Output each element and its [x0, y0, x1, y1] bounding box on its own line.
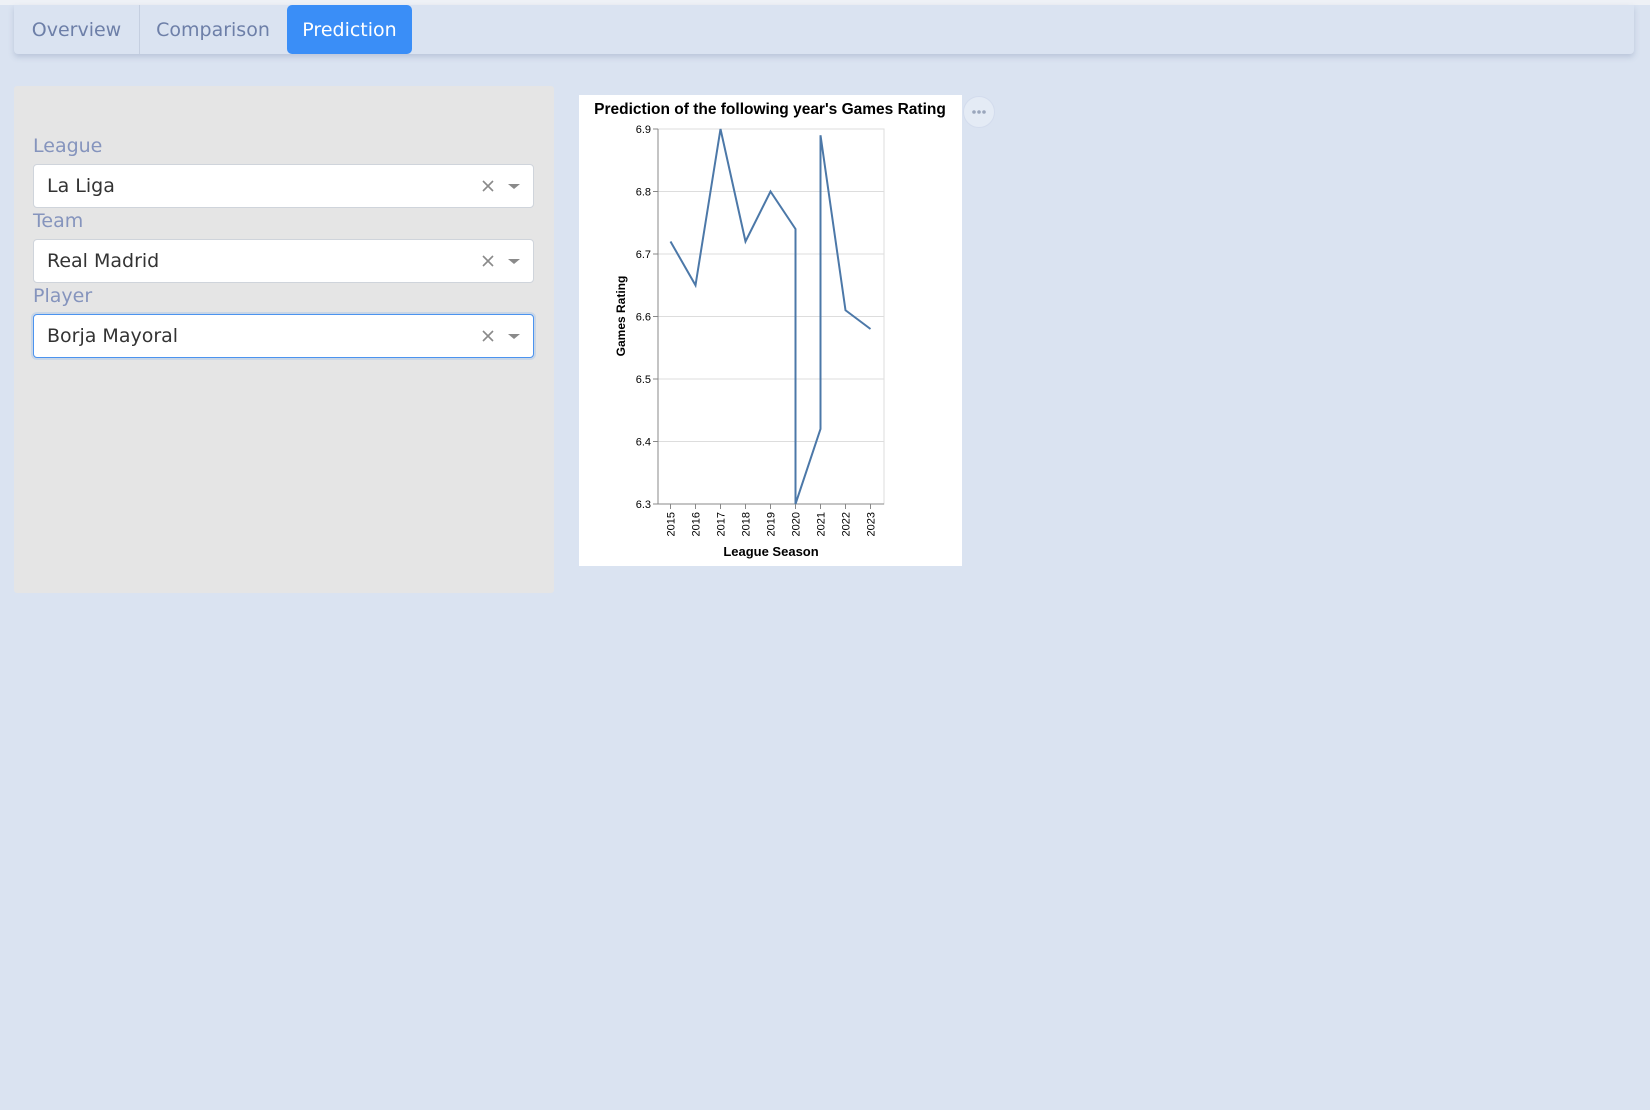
x-tick-label: 2021	[816, 512, 828, 536]
y-tick-label: 6.5	[636, 374, 651, 386]
x-tick-label: 2019	[766, 512, 778, 536]
player-label: Player	[33, 285, 93, 307]
chevron-down-icon[interactable]	[504, 326, 524, 346]
y-tick-label: 6.8	[636, 187, 651, 199]
prediction-chart-card: Prediction of the following year's Games…	[579, 95, 962, 566]
league-label: League	[33, 135, 103, 157]
y-tick-label: 6.7	[636, 249, 651, 261]
player-value: Borja Mayoral	[47, 325, 179, 347]
chevron-down-icon[interactable]	[504, 251, 524, 271]
x-tick-label: 2015	[666, 512, 678, 536]
x-tick-label: 2018	[741, 512, 753, 536]
x-axis-label: League Season	[723, 544, 818, 559]
team-label: Team	[33, 210, 84, 232]
league-value: La Liga	[47, 175, 115, 197]
tab-comparison[interactable]: Comparison	[140, 5, 286, 54]
team-value: Real Madrid	[47, 250, 160, 272]
y-tick-label: 6.4	[636, 437, 651, 449]
tab-prediction[interactable]: Prediction	[287, 5, 412, 54]
x-tick-label: 2020	[791, 512, 803, 536]
team-select[interactable]: Real Madrid	[33, 239, 534, 283]
tab-overview[interactable]: Overview	[14, 5, 140, 54]
x-tick-label: 2022	[841, 512, 853, 536]
y-tick-label: 6.6	[636, 312, 651, 324]
close-icon[interactable]	[477, 325, 499, 347]
filter-panel: League La Liga Team Real Madrid Player B…	[14, 86, 554, 593]
x-tick-label: 2016	[691, 512, 703, 536]
chevron-down-icon[interactable]	[504, 176, 524, 196]
x-tick-label: 2023	[866, 512, 878, 536]
tab-bar: Overview Comparison Prediction	[14, 5, 1634, 54]
y-tick-label: 6.9	[636, 124, 651, 136]
player-select[interactable]: Borja Mayoral	[33, 314, 534, 358]
more-horizontal-icon	[972, 110, 986, 114]
prediction-chart: Prediction of the following year's Games…	[594, 101, 946, 559]
y-axis-label: Games Rating	[614, 276, 628, 357]
x-tick-label: 2017	[716, 512, 728, 536]
close-icon[interactable]	[477, 175, 499, 197]
chart-actions-button[interactable]	[963, 96, 995, 128]
league-select[interactable]: La Liga	[33, 164, 534, 208]
y-tick-label: 6.3	[636, 499, 651, 511]
chart-title: Prediction of the following year's Games…	[594, 101, 946, 118]
close-icon[interactable]	[477, 250, 499, 272]
